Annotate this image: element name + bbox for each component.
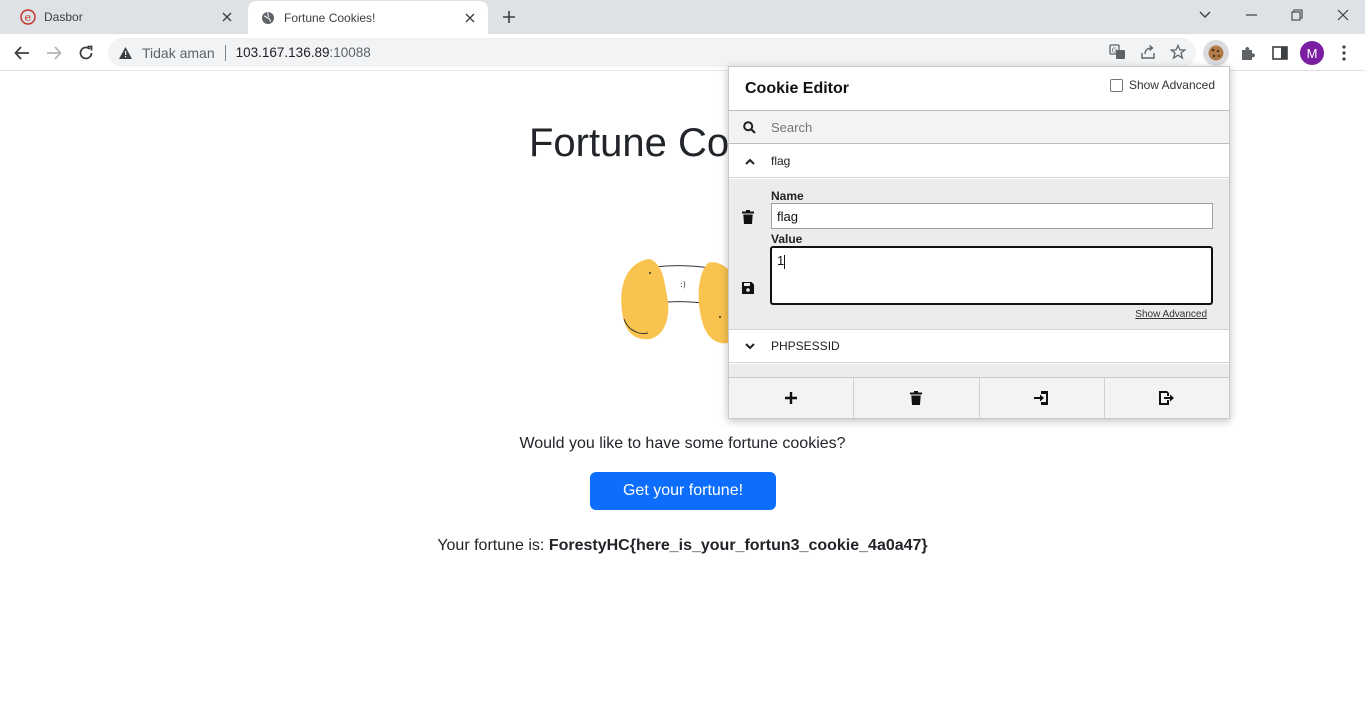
security-label[interactable]: Tidak aman xyxy=(142,45,215,61)
divider xyxy=(224,44,226,61)
profile-avatar[interactable]: M xyxy=(1300,41,1324,65)
cookie-name-label: PHPSESSID xyxy=(771,339,840,353)
cookie-name-label: flag xyxy=(771,154,791,168)
save-cookie-floppy-icon[interactable] xyxy=(741,281,755,295)
delete-all-button[interactable] xyxy=(854,378,980,418)
share-icon[interactable] xyxy=(1140,44,1156,63)
add-cookie-button[interactable] xyxy=(729,378,855,418)
close-window-icon[interactable] xyxy=(1320,0,1365,30)
show-advanced-checkbox[interactable] xyxy=(1109,78,1123,92)
minimize-icon[interactable] xyxy=(1228,0,1274,30)
cookie-editor-extension-icon[interactable] xyxy=(1203,40,1229,66)
menu-kebab-icon[interactable] xyxy=(1331,40,1357,66)
value-label: Value xyxy=(771,232,803,246)
fortune-question: Would you like to have some fortune cook… xyxy=(519,435,846,452)
cookie-edit-panel: Name flag Value 1 Show Advanced xyxy=(729,179,1229,330)
text-cursor xyxy=(784,254,786,269)
fortune-cookie-illustration: :) xyxy=(610,251,740,356)
bookmark-star-icon[interactable] xyxy=(1169,43,1187,63)
delete-cookie-trash-icon[interactable] xyxy=(741,210,755,224)
new-tab-icon[interactable] xyxy=(498,6,520,28)
tab-strip: e Dasbor Fortune Cookies! xyxy=(0,0,1365,34)
plus-icon xyxy=(785,392,798,404)
tab-title: Fortune Cookies! xyxy=(284,10,376,25)
fortune-result-prefix: Your fortune is: xyxy=(437,537,549,554)
cookie-row-phpsessid[interactable]: PHPSESSID xyxy=(729,330,1229,363)
cookie-name-field[interactable]: flag xyxy=(771,203,1213,229)
translate-icon[interactable]: G xyxy=(1109,44,1126,63)
cookie-search-bar[interactable] xyxy=(729,110,1229,144)
trash-icon xyxy=(910,391,923,405)
fortune-result: Your fortune is: ForestyHC{here_is_your_… xyxy=(0,537,1365,555)
reload-icon[interactable] xyxy=(73,40,99,66)
show-advanced-toggle[interactable]: Show Advanced xyxy=(1109,78,1215,92)
tab-title: Dasbor xyxy=(44,10,83,24)
cookie-row-flag[interactable]: flag xyxy=(729,145,1229,178)
search-icon xyxy=(743,120,759,134)
get-fortune-button[interactable]: Get your fortune! xyxy=(590,472,776,510)
close-tab-icon[interactable] xyxy=(219,9,235,25)
globe-icon xyxy=(260,10,276,26)
import-button[interactable] xyxy=(980,378,1105,418)
url-host: 103.167.136.89 xyxy=(235,45,330,60)
restore-icon[interactable] xyxy=(1274,0,1320,30)
back-arrow-icon[interactable] xyxy=(9,40,35,66)
chevron-up-icon[interactable] xyxy=(745,158,759,165)
extensions-puzzle-icon[interactable] xyxy=(1235,40,1261,66)
cookie-value-text: 1 xyxy=(777,253,785,268)
popup-title: Cookie Editor xyxy=(745,80,850,97)
name-label: Name xyxy=(771,189,804,203)
export-icon xyxy=(1158,391,1174,405)
forward-arrow-icon[interactable] xyxy=(41,40,67,66)
cookie-value-field[interactable]: 1 xyxy=(770,246,1213,305)
dasbor-favicon-icon: e xyxy=(20,9,36,25)
cookie-editor-popup: Cookie Editor Show Advanced flag Name fl… xyxy=(728,66,1230,419)
chevron-down-icon[interactable] xyxy=(745,342,759,350)
address-bar[interactable]: Tidak aman 103.167.136.89:10088 G xyxy=(108,38,1196,67)
warning-icon[interactable] xyxy=(118,46,134,60)
cookie-list-spacer xyxy=(729,364,1229,377)
tab-fortune-cookies[interactable]: Fortune Cookies! xyxy=(248,1,488,34)
import-icon xyxy=(1033,391,1048,405)
page-title: Fortune Co xyxy=(529,121,730,165)
url-port: :10088 xyxy=(329,45,371,60)
export-button[interactable] xyxy=(1105,378,1229,418)
illustration-text: :) xyxy=(680,280,686,289)
show-advanced-link[interactable]: Show Advanced xyxy=(1135,309,1207,320)
cookie-editor-actions xyxy=(729,377,1229,418)
svg-text:e: e xyxy=(25,11,32,24)
tab-search-chevron-icon[interactable] xyxy=(1182,0,1228,30)
show-advanced-label[interactable]: Show Advanced xyxy=(1129,78,1215,92)
side-panel-icon[interactable] xyxy=(1267,40,1293,66)
search-input[interactable] xyxy=(771,119,1191,135)
tab-dasbor[interactable]: e Dasbor xyxy=(8,0,245,34)
close-tab-icon[interactable] xyxy=(462,10,478,26)
fortune-flag-value: ForestyHC{here_is_your_fortun3_cookie_4a… xyxy=(548,537,928,554)
svg-text:G: G xyxy=(1112,47,1117,55)
